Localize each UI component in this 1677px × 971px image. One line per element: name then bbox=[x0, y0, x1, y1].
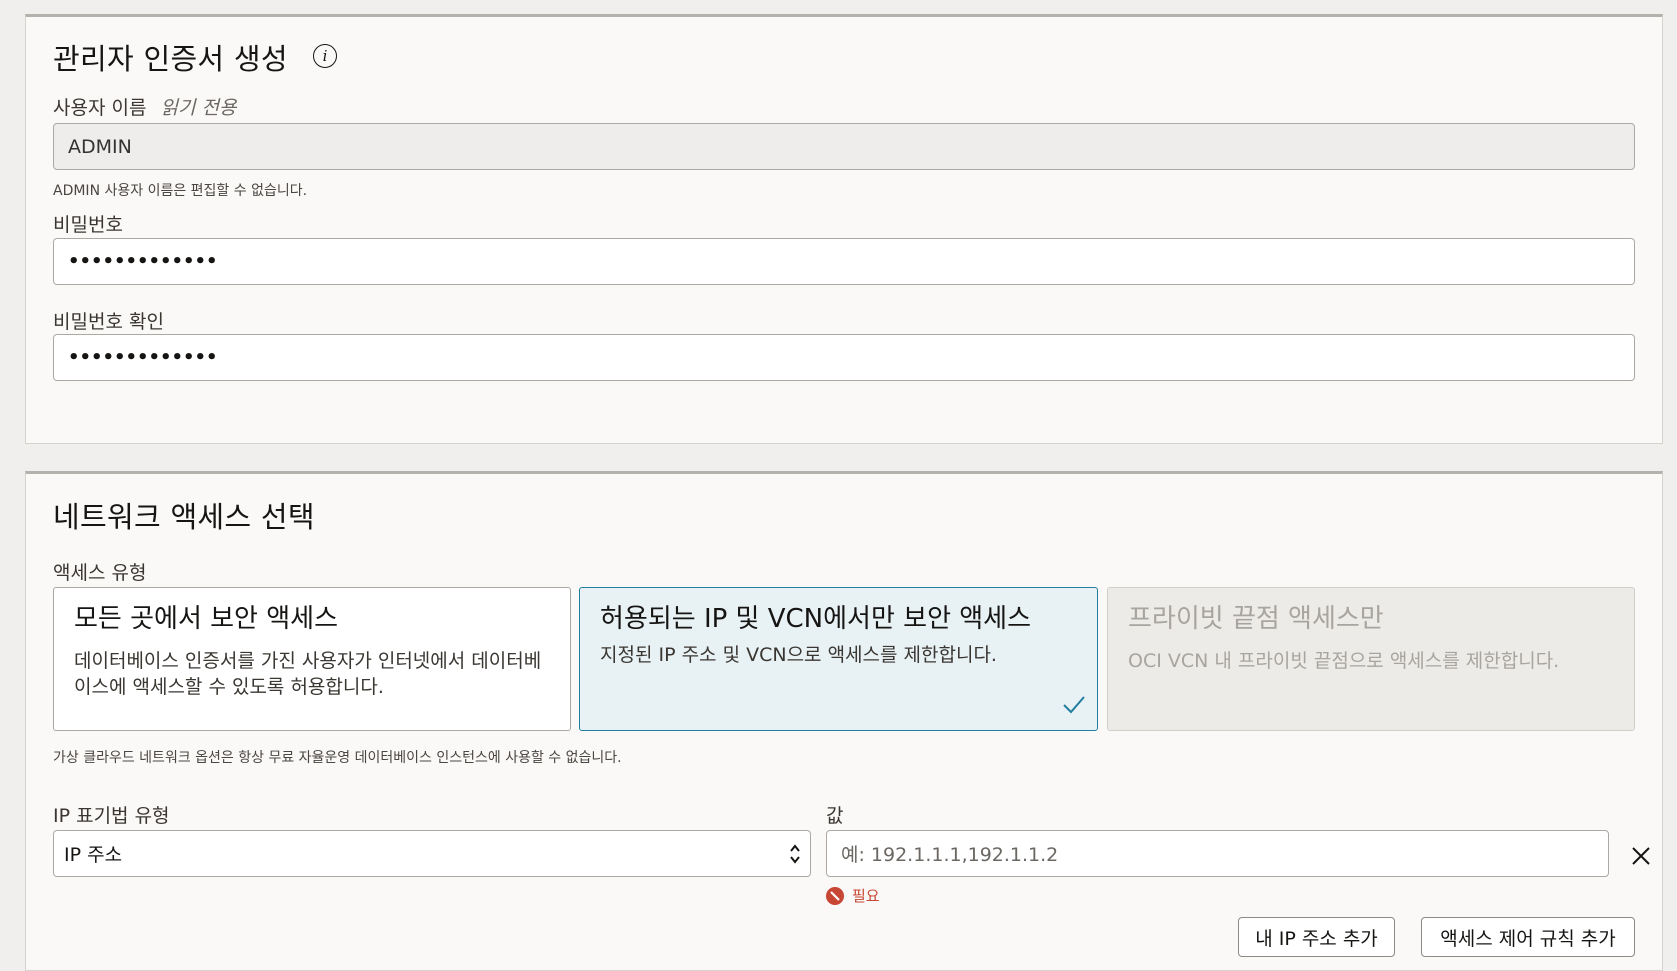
tile-access-anywhere[interactable]: 모든 곳에서 보안 액세스 데이터베이스 인증서를 가진 사용자가 인터넷에서 … bbox=[53, 587, 571, 731]
tile-desc: 데이터베이스 인증서를 가진 사용자가 인터넷에서 데이터베이스에 액세스할 수… bbox=[74, 650, 542, 698]
ip-notation-select[interactable]: IP 주소 bbox=[53, 830, 811, 877]
tile-allowed-ips-vcn[interactable]: 허용되는 IP 및 VCN에서만 보안 액세스 지정된 IP 주소 및 VCN으… bbox=[579, 587, 1098, 731]
required-error: 필요 bbox=[826, 885, 880, 906]
vcn-help-text: 가상 클라우드 네트워크 옵션은 항상 무료 자율운영 데이터베이스 인스턴스에… bbox=[53, 750, 622, 766]
tile-desc: OCI VCN 내 프라이빗 끝점으로 액세스를 제한합니다. bbox=[1128, 650, 1560, 672]
ip-notation-value: IP 주소 bbox=[64, 844, 123, 866]
add-access-rule-button[interactable]: 액세스 제어 규칙 추가 bbox=[1421, 917, 1635, 957]
tile-desc: 지정된 IP 주소 및 VCN으로 액세스를 제한합니다. bbox=[600, 644, 997, 666]
close-icon[interactable] bbox=[1631, 846, 1651, 866]
username-label: 사용자 이름 읽기 전용 bbox=[53, 93, 236, 120]
username-label-text: 사용자 이름 bbox=[53, 97, 147, 119]
network-access-card: 네트워크 액세스 선택 액세스 유형 모든 곳에서 보안 액세스 데이터베이스 … bbox=[25, 471, 1663, 971]
error-icon bbox=[826, 886, 844, 905]
tile-title: 허용되는 IP 및 VCN에서만 보안 액세스 bbox=[600, 604, 1032, 634]
checkmark-icon bbox=[1063, 696, 1085, 714]
value-label: 값 bbox=[826, 805, 844, 827]
username-help-text: ADMIN 사용자 이름은 편집할 수 없습니다. bbox=[53, 183, 308, 199]
username-input: ADMIN bbox=[53, 123, 1635, 170]
required-text: 필요 bbox=[852, 887, 880, 905]
value-placeholder: 예: 192.1.1.1,192.1.1.2 bbox=[841, 844, 1059, 866]
confirm-password-input[interactable]: ••••••••••••• bbox=[53, 334, 1635, 381]
confirm-password-value: ••••••••••••• bbox=[68, 347, 218, 368]
add-my-ip-button[interactable]: 내 IP 주소 추가 bbox=[1238, 917, 1395, 957]
tile-private-endpoint: 프라이빗 끝점 액세스만 OCI VCN 내 프라이빗 끝점으로 액세스를 제한… bbox=[1107, 587, 1635, 731]
confirm-password-label: 비밀번호 확인 bbox=[53, 311, 164, 333]
password-label: 비밀번호 bbox=[53, 214, 123, 236]
readonly-indicator: 읽기 전용 bbox=[160, 97, 237, 119]
password-input[interactable]: ••••••••••••• bbox=[53, 238, 1635, 285]
admin-credentials-card: 관리자 인증서 생성 i 사용자 이름 읽기 전용 ADMIN ADMIN 사용… bbox=[25, 14, 1663, 444]
password-value: ••••••••••••• bbox=[68, 251, 218, 272]
tile-title: 프라이빗 끝점 액세스만 bbox=[1128, 604, 1384, 634]
ip-notation-label: IP 표기법 유형 bbox=[53, 805, 170, 827]
select-chevron-icon bbox=[790, 844, 800, 864]
info-icon[interactable]: i bbox=[313, 44, 337, 68]
admin-section-title: 관리자 인증서 생성 bbox=[53, 42, 288, 76]
value-input[interactable]: 예: 192.1.1.1,192.1.1.2 bbox=[826, 830, 1609, 877]
access-type-label: 액세스 유형 bbox=[53, 562, 147, 584]
network-section-title: 네트워크 액세스 선택 bbox=[53, 500, 315, 534]
tile-title: 모든 곳에서 보안 액세스 bbox=[74, 604, 338, 634]
